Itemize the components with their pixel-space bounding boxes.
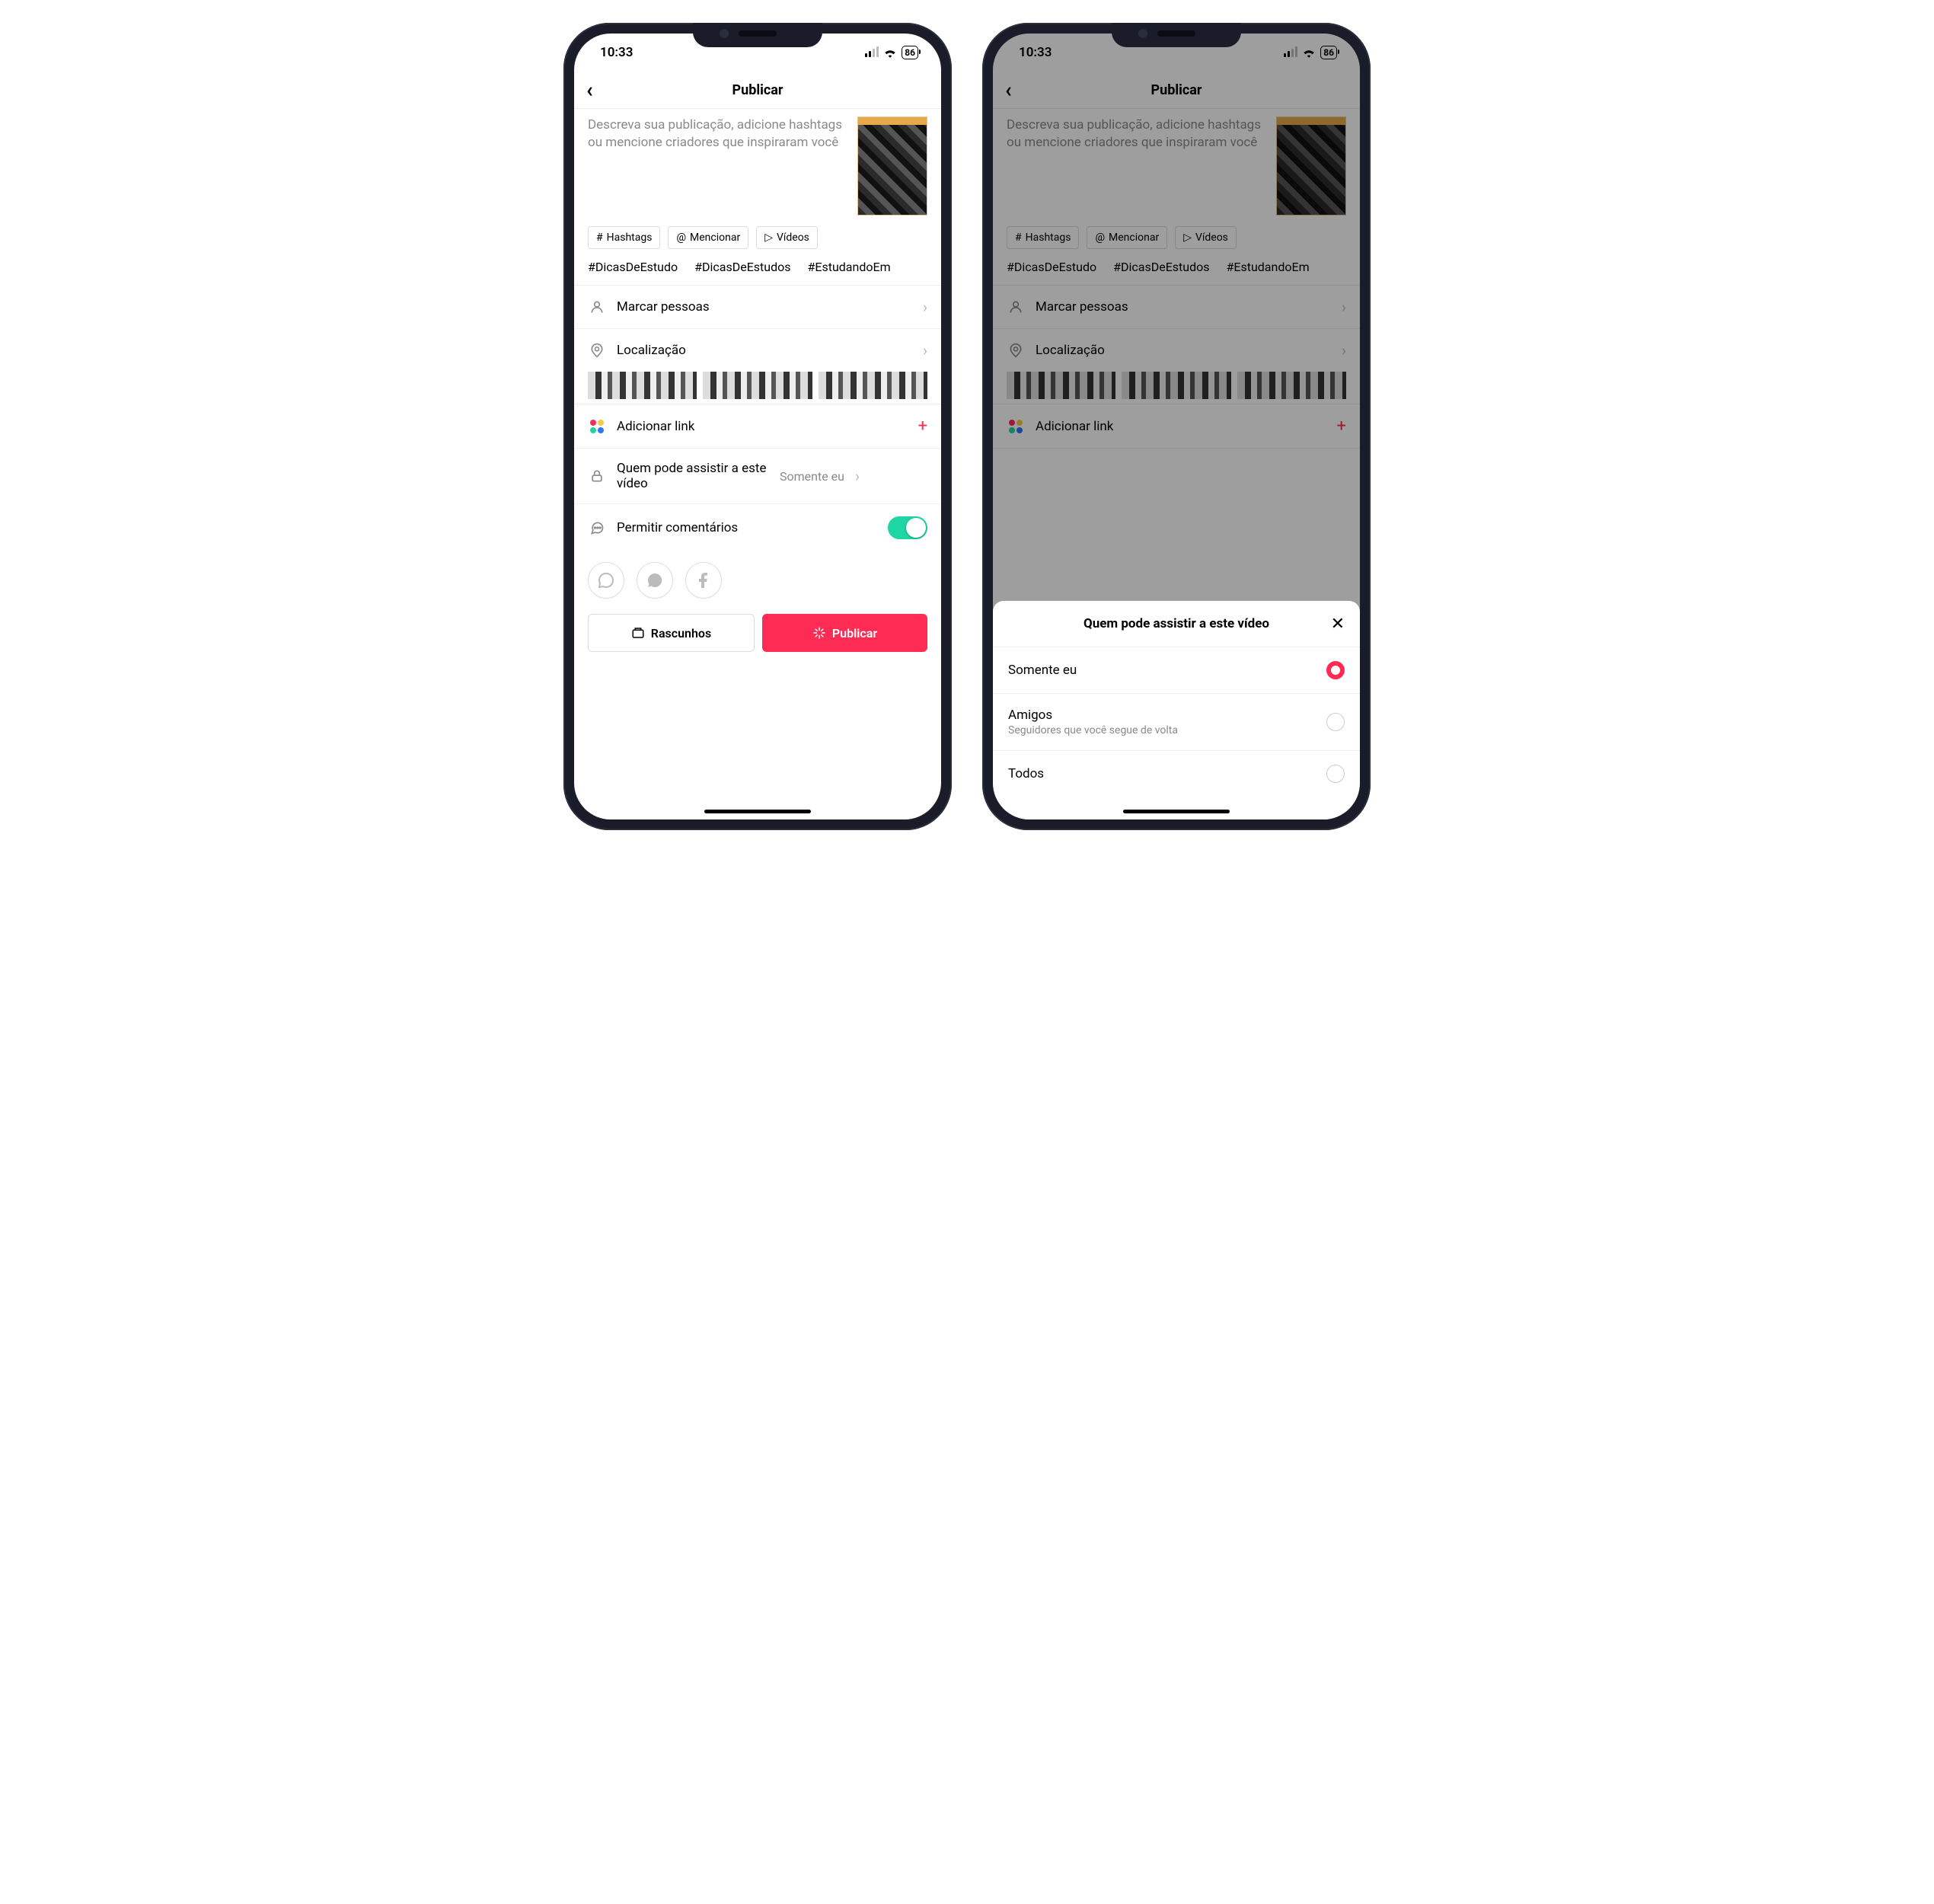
hashtag-suggestions: #DicasDeEstudo #DicasDeEstudos #Estudand… xyxy=(574,255,941,286)
close-icon[interactable]: ✕ xyxy=(1331,615,1345,634)
share-row xyxy=(574,551,941,609)
privacy-sheet: Quem pode assistir a este vídeo ✕ Soment… xyxy=(993,601,1360,819)
chevron-right-icon: › xyxy=(923,341,927,359)
battery-icon: 86 xyxy=(902,46,918,59)
wifi-icon xyxy=(883,47,897,58)
sheet-title: Quem pode assistir a este vídeo xyxy=(1083,616,1269,631)
radio-icon xyxy=(1326,713,1345,731)
compose-area[interactable]: Descreva sua publicação, adicione hashta… xyxy=(574,108,941,216)
facebook-share[interactable] xyxy=(685,562,722,599)
screen: 10:33 86 ‹ Publicar Descreva sua publica… xyxy=(574,34,941,819)
plus-icon: + xyxy=(918,417,927,436)
row-label: Adicionar link xyxy=(617,419,908,434)
hashtag-suggestion[interactable]: #DicasDeEstudo xyxy=(588,260,678,274)
radio-selected-icon xyxy=(1326,661,1345,679)
drafts-button[interactable]: Rascunhos xyxy=(588,614,755,652)
message-share[interactable] xyxy=(637,562,673,599)
notch xyxy=(693,23,822,47)
publish-button[interactable]: Publicar xyxy=(762,614,927,652)
home-indicator[interactable] xyxy=(704,810,811,813)
mention-chip[interactable]: @Mencionar xyxy=(668,226,748,249)
radio-icon xyxy=(1326,765,1345,783)
nav-header: ‹ Publicar xyxy=(574,72,941,108)
chevron-right-icon: › xyxy=(855,467,860,485)
hashtags-chip[interactable]: #Hashtags xyxy=(588,226,660,249)
row-label: Permitir comentários xyxy=(617,520,877,535)
play-icon: ▷ xyxy=(764,232,773,244)
drafts-icon xyxy=(631,626,645,640)
hashtag-suggestion[interactable]: #EstudandoEm xyxy=(808,260,891,274)
caption-input[interactable]: Descreva sua publicação, adicione hashta… xyxy=(588,117,847,216)
row-label: Localização xyxy=(617,343,912,358)
comment-icon xyxy=(588,520,606,535)
video-thumbnail[interactable] xyxy=(857,117,927,216)
location-icon xyxy=(588,343,606,358)
signal-icon xyxy=(865,48,879,57)
videos-chip[interactable]: ▷Vídeos xyxy=(756,226,818,249)
notch xyxy=(1112,23,1241,47)
privacy-value: Somente eu xyxy=(780,469,844,484)
lock-icon xyxy=(588,468,606,484)
tag-people-row[interactable]: Marcar pessoas › xyxy=(574,286,941,329)
comments-row: Permitir comentários xyxy=(574,504,941,551)
status-time: 10:33 xyxy=(600,45,633,60)
person-icon xyxy=(588,299,606,315)
phone-left: 10:33 86 ‹ Publicar Descreva sua publica… xyxy=(563,23,952,830)
home-indicator[interactable] xyxy=(1123,810,1230,813)
location-row[interactable]: Localização › xyxy=(574,329,941,372)
whatsapp-share[interactable] xyxy=(588,562,624,599)
privacy-option-everyone[interactable]: Todos xyxy=(993,750,1360,797)
sheet-header: Quem pode assistir a este vídeo ✕ xyxy=(993,601,1360,647)
apps-icon xyxy=(588,420,606,433)
at-icon: @ xyxy=(676,232,686,244)
privacy-row[interactable]: Quem pode assistir a este vídeo Somente … xyxy=(574,449,941,504)
publish-icon xyxy=(812,626,826,640)
privacy-option-only-me[interactable]: Somente eu xyxy=(993,647,1360,693)
back-button[interactable]: ‹ xyxy=(586,79,593,101)
add-link-row[interactable]: Adicionar link + xyxy=(574,404,941,449)
phone-right: 10:33 86 ‹ Publicar Descreva sua publica… xyxy=(982,23,1371,830)
comments-toggle[interactable] xyxy=(888,516,927,539)
privacy-option-friends[interactable]: Amigos Seguidores que você segue de volt… xyxy=(993,693,1360,750)
page-title: Publicar xyxy=(732,82,783,98)
location-suggestions[interactable] xyxy=(588,372,927,399)
hash-icon: # xyxy=(596,232,603,244)
row-label: Marcar pessoas xyxy=(617,299,912,315)
screen: 10:33 86 ‹ Publicar Descreva sua publica… xyxy=(993,34,1360,819)
row-label: Quem pode assistir a este vídeo xyxy=(617,461,769,491)
hashtag-suggestion[interactable]: #DicasDeEstudos xyxy=(694,260,790,274)
chevron-right-icon: › xyxy=(923,298,927,316)
